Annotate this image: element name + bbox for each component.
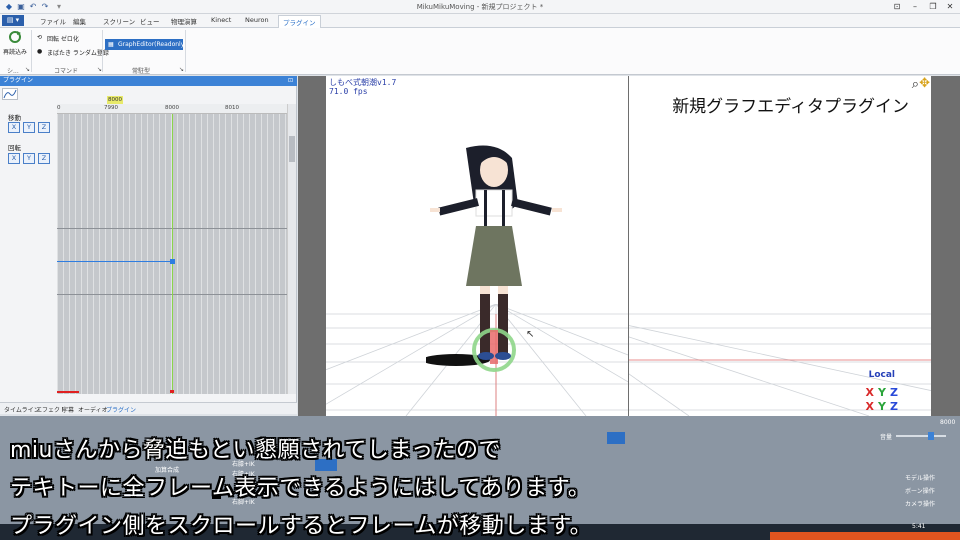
taskbar-clock: 5:41 [912,523,926,530]
subtitle-line-2: テキトーに全フレーム表示できるようにはしてあります。 [10,476,591,501]
frame-ruler[interactable]: 0 7990 8000 8010 [57,104,287,114]
move-label: 移動 [8,114,21,122]
overlay-title: 新規グラフエディタプラグイン [672,97,909,117]
tab-neuron[interactable]: Neuron [245,16,269,24]
scrollbar-thumb[interactable] [289,136,295,162]
ruler-tick: 8010 [225,105,239,111]
taskbar-highlight [770,532,960,540]
rotate-zero-button[interactable]: 回転 ゼロ化 [47,34,79,43]
ribbon-separator [185,30,186,72]
close-button[interactable]: ✕ [943,1,957,13]
camera-op-button[interactable]: カメラ操作 [905,499,935,508]
rotate-label: 回転 [8,144,21,152]
move-view-icon[interactable]: ✥ [919,76,930,91]
window-title: MikuMikuMoving - 新規プロジェクト * [416,3,544,11]
tool-toggle-button[interactable] [607,432,625,444]
rotate-zero-icon: ⟲ [37,34,43,41]
group-expand-icon[interactable]: ↘ [179,66,184,73]
move-x-button[interactable]: X [8,122,20,133]
tab-plugin-panel[interactable]: プラグイン [106,405,136,414]
frame-value: 8000 [940,419,956,426]
move-z-button[interactable]: Z [38,122,50,133]
group-expand-icon[interactable]: ↘ [97,66,102,73]
tab-timeline[interactable]: タイムライン [4,405,40,414]
viewport-left[interactable]: しもべ式朝潮v1.7 71.0 fps ↖ [326,76,628,416]
tab-view[interactable]: ビュー [140,16,160,26]
tab-screen[interactable]: スクリーン [103,16,135,26]
pin-icon[interactable]: ⊡ [288,76,293,86]
axis-x-rotate-icon[interactable]: X [866,400,874,413]
playhead-line [172,104,173,394]
ribbon-tabs: ▤ ▾ ファイル 編集 スクリーン ビュー 物理演算 Kinect Neuron… [0,14,960,28]
title-bar: ◆ ▣ ↶ ↷ ▾ MikuMikuMoving - 新規プロジェクト * ⊡ … [0,0,960,14]
ribbon-separator [102,30,103,72]
minimize-button[interactable]: – [908,1,922,13]
plugin-panel-header: プラグイン ⊡ [0,76,297,86]
character-model[interactable] [422,144,566,392]
file-menu-button[interactable]: ▤ ▾ [2,15,24,26]
ribbon-separator [31,30,32,72]
rotate-x-button[interactable]: X [8,153,20,164]
restore-ribbon-icon[interactable]: ⊡ [890,1,904,13]
tab-edit[interactable]: 編集 [73,16,86,26]
viewport-right[interactable]: ⌕ ✥ 新規グラフエディタプラグイン Local X Y Z X Y Z [629,76,931,416]
current-frame-badge: 8000 [107,96,123,104]
curve-line [57,261,172,262]
axis-z-icon[interactable]: Z [890,386,898,399]
axis-y-icon[interactable]: Y [878,386,886,399]
graph-editor-button[interactable]: ▦ GraphEditor(Readonly) [105,39,187,50]
frame-marker-red [57,391,79,393]
zoom-icon[interactable]: ⌕ [912,77,919,92]
ruler-tick: 7990 [104,105,118,111]
move-y-button[interactable]: Y [23,122,35,133]
graph-editor-canvas[interactable] [57,104,287,394]
maximize-button[interactable]: ❐ [926,1,940,13]
model-op-button[interactable]: モデル操作 [905,473,935,482]
volume-slider[interactable] [896,435,946,437]
volume-slider-thumb[interactable] [928,432,934,440]
curve-tool-icon[interactable] [2,88,18,100]
tab-audio[interactable]: オーディオ [78,405,108,414]
tab-physics[interactable]: 物理演算 [171,16,197,26]
tab-plugin[interactable]: プラグイン [278,15,321,28]
rotate-z-button[interactable]: Z [38,153,50,164]
group-expand-icon[interactable]: ↘ [25,66,30,73]
group-label-command: コマンド [54,68,79,75]
graph-icon: ▦ [108,41,114,48]
bone-op-button[interactable]: ボーン操作 [905,486,935,495]
group-label-resident: 常駐型 [132,68,151,75]
3d-viewport[interactable]: しもべ式朝潮v1.7 71.0 fps ↖ ⌕ ✥ 新規グラフエディタプラグイン… [298,76,960,416]
coord-mode-label[interactable]: Local [869,370,895,380]
graph-editor-label: GraphEditor(Readonly) [118,41,187,48]
tab-kinect[interactable]: Kinect [211,16,231,24]
tab-subtitle[interactable]: 字幕 [62,405,74,414]
axis-z-rotate-icon[interactable]: Z [890,400,898,413]
reload-button[interactable]: 再読込み [3,47,27,56]
volume-label: 音量 [880,434,893,441]
ruler-tick: 0 [57,105,61,111]
mouse-cursor-icon: ↖ [526,329,535,340]
tab-file[interactable]: ファイル [40,16,66,26]
panel-bottom-tabs: タイムライン エフェクト 字幕 オーディオ プラグイン [0,402,297,414]
rotate-y-button[interactable]: Y [23,153,35,164]
group-label-system: シ... [7,68,19,75]
vertical-scrollbar[interactable] [287,104,296,394]
blink-random-button[interactable]: まばたき ランダム登録 [47,48,109,57]
axis-y-rotate-icon[interactable]: Y [878,400,886,413]
ribbon-body: 再読込み ⟲ 回転 ゼロ化 ● まばたき ランダム登録 ▦ GraphEdito… [0,28,960,75]
ruler-tick: 8000 [165,105,179,111]
plugin-panel-title: プラグイン [3,77,34,84]
fps-readout: 71.0 fps [329,87,368,96]
axis-x-icon[interactable]: X [866,386,874,399]
blink-icon: ● [37,48,43,55]
frame-marker-red [170,390,174,393]
keyframe-point[interactable] [170,259,175,264]
plugin-panel: 移動 X Y Z 回転 X Y Z 0 7990 8000 8010 8000 [0,86,297,402]
subtitle-line-3: プラグイン側をスクロールするとフレームが移動します。 [10,514,593,539]
subtitle-line-1: miuさんから脅迫もとい懇願されてしまったので [10,438,502,463]
reload-icon[interactable] [8,30,22,44]
